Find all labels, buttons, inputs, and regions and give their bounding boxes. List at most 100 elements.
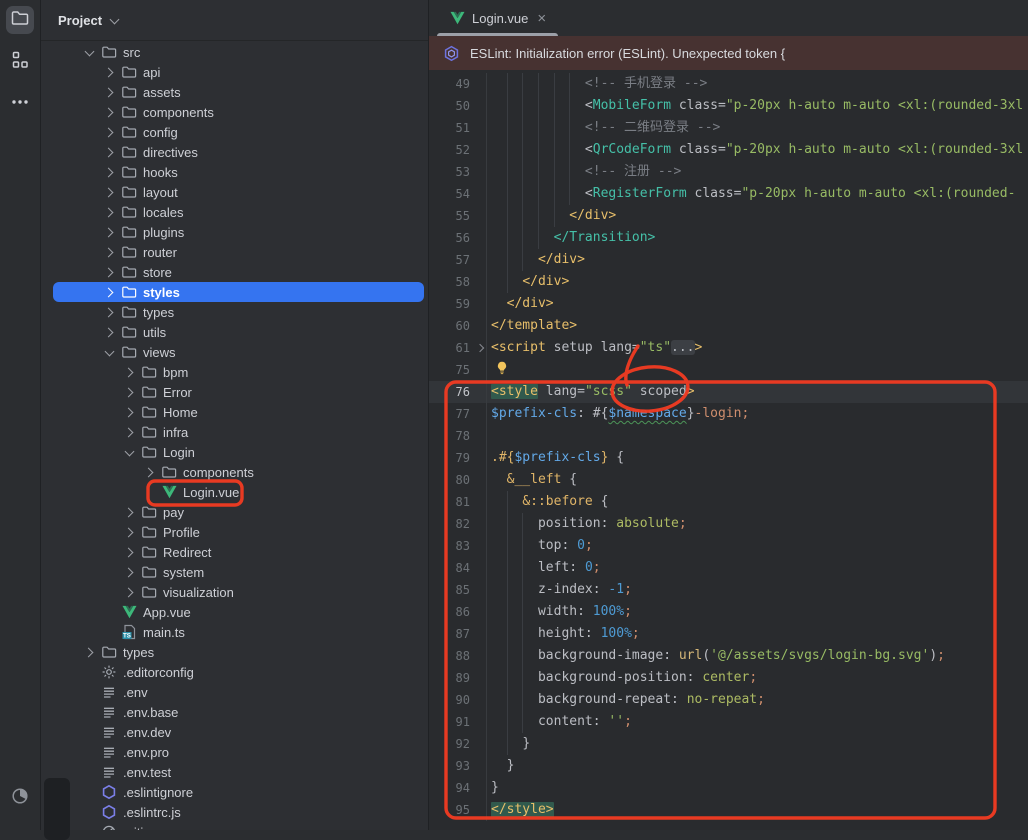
chevron-right-icon[interactable] [101,184,117,200]
tree-item-error[interactable]: Error [41,382,428,402]
tree-item-login-vue[interactable]: Login.vue [41,482,428,502]
chevron-right-icon[interactable] [101,304,117,320]
tab-close-icon[interactable]: × [537,11,546,26]
code-line-91[interactable]: 91 content: ''; [429,711,1028,733]
code-line-54[interactable]: 54 <RegisterForm class="p-20px h-auto m-… [429,183,1028,205]
intention-bulb-icon[interactable] [491,362,508,377]
tree-item--env-test[interactable]: .env.test [41,762,428,782]
profiler-tool-button[interactable] [6,784,34,812]
code-line-50[interactable]: 50 <MobileForm class="p-20px h-auto m-au… [429,95,1028,117]
tree-item-styles[interactable]: styles [41,282,428,302]
chevron-right-icon[interactable] [121,384,137,400]
chevron-right-icon[interactable] [101,144,117,160]
chevron-right-icon[interactable] [121,404,137,420]
tree-item--env[interactable]: .env [41,682,428,702]
code-line-79[interactable]: 79.#{$prefix-cls} { [429,447,1028,469]
chevron-right-icon[interactable] [121,504,137,520]
tree-item-views[interactable]: views [41,342,428,362]
tree-item-infra[interactable]: infra [41,422,428,442]
chevron-right-icon[interactable] [121,364,137,380]
code-line-75[interactable]: 75 [429,359,1028,381]
tree-item-visualization[interactable]: visualization [41,582,428,602]
code-line-51[interactable]: 51 <!-- 二维码登录 --> [429,117,1028,139]
code-line-89[interactable]: 89 background-position: center; [429,667,1028,689]
tab-login-vue[interactable]: Login.vue × [437,0,558,36]
tree-item-types[interactable]: types [41,642,428,662]
code-line-76[interactable]: 76<style lang="scss" scoped> [429,381,1028,403]
code-line-78[interactable]: 78 [429,425,1028,447]
code-line-87[interactable]: 87 height: 100%; [429,623,1028,645]
code-line-86[interactable]: 86 width: 100%; [429,601,1028,623]
tree-item-system[interactable]: system [41,562,428,582]
more-tool-windows-button[interactable] [6,90,34,118]
chevron-down-icon[interactable] [81,44,97,60]
tree-item-router[interactable]: router [41,242,428,262]
tree-item-config[interactable]: config [41,122,428,142]
chevron-right-icon[interactable] [141,464,157,480]
fold-arrow-icon[interactable] [476,344,484,352]
tree-item-components[interactable]: components [41,462,428,482]
chevron-right-icon[interactable] [101,284,117,300]
tree-item-login[interactable]: Login [41,442,428,462]
project-tool-button[interactable] [6,6,34,34]
tree-item-pay[interactable]: pay [41,502,428,522]
tree-item-components[interactable]: components [41,102,428,122]
chevron-right-icon[interactable] [101,224,117,240]
code-line-93[interactable]: 93 } [429,755,1028,777]
code-line-94[interactable]: 94} [429,777,1028,799]
chevron-right-icon[interactable] [81,644,97,660]
tree-item-hooks[interactable]: hooks [41,162,428,182]
code-line-49[interactable]: 49 <!-- 手机登录 --> [429,73,1028,95]
tree-item-src[interactable]: src [41,42,428,62]
tree-item-app-vue[interactable]: App.vue [41,602,428,622]
chevron-right-icon[interactable] [101,124,117,140]
tree-item-plugins[interactable]: plugins [41,222,428,242]
chevron-right-icon[interactable] [121,584,137,600]
tree-item-layout[interactable]: layout [41,182,428,202]
chevron-right-icon[interactable] [101,104,117,120]
chevron-right-icon[interactable] [101,164,117,180]
tree-item-profile[interactable]: Profile [41,522,428,542]
tree-item--editorconfig[interactable]: .editorconfig [41,662,428,682]
chevron-right-icon[interactable] [101,64,117,80]
tree-item-types[interactable]: types [41,302,428,322]
code-line-60[interactable]: 60</template> [429,315,1028,337]
tree-item-directives[interactable]: directives [41,142,428,162]
code-line-53[interactable]: 53 <!-- 注册 --> [429,161,1028,183]
tree-item--env-base[interactable]: .env.base [41,702,428,722]
chevron-right-icon[interactable] [101,264,117,280]
code-line-81[interactable]: 81 &::before { [429,491,1028,513]
tree-item--env-pro[interactable]: .env.pro [41,742,428,762]
chevron-down-icon[interactable] [121,444,137,460]
code-line-80[interactable]: 80 &__left { [429,469,1028,491]
code-line-52[interactable]: 52 <QrCodeForm class="p-20px h-auto m-au… [429,139,1028,161]
structure-tool-button[interactable] [6,48,34,76]
code-line-85[interactable]: 85 z-index: -1; [429,579,1028,601]
tree-item--gitignore[interactable]: .gitignore [41,822,428,830]
code-line-77[interactable]: 77$prefix-cls: #{$namespace}-login; [429,403,1028,425]
chevron-right-icon[interactable] [121,564,137,580]
code-line-83[interactable]: 83 top: 0; [429,535,1028,557]
chevron-right-icon[interactable] [101,204,117,220]
chevron-right-icon[interactable] [101,244,117,260]
code-line-95[interactable]: 95</style> [429,799,1028,821]
code-line-84[interactable]: 84 left: 0; [429,557,1028,579]
code-line-58[interactable]: 58 </div> [429,271,1028,293]
code-line-90[interactable]: 90 background-repeat: no-repeat; [429,689,1028,711]
tree-item--env-dev[interactable]: .env.dev [41,722,428,742]
tree-item-bpm[interactable]: bpm [41,362,428,382]
tree-item-locales[interactable]: locales [41,202,428,222]
tree-item--eslintignore[interactable]: .eslintignore [41,782,428,802]
tree-item-redirect[interactable]: Redirect [41,542,428,562]
chevron-down-icon[interactable] [101,344,117,360]
tree-item-home[interactable]: Home [41,402,428,422]
project-panel-header[interactable]: Project [41,0,428,41]
code-line-56[interactable]: 56 </Transition> [429,227,1028,249]
code-line-92[interactable]: 92 } [429,733,1028,755]
code-line-88[interactable]: 88 background-image: url('@/assets/svgs/… [429,645,1028,667]
chevron-right-icon[interactable] [101,84,117,100]
code-line-61[interactable]: 61<script setup lang="ts"...> [429,337,1028,359]
code-line-82[interactable]: 82 position: absolute; [429,513,1028,535]
tree-item-store[interactable]: store [41,262,428,282]
tree-item--eslintrc-js[interactable]: .eslintrc.js [41,802,428,822]
